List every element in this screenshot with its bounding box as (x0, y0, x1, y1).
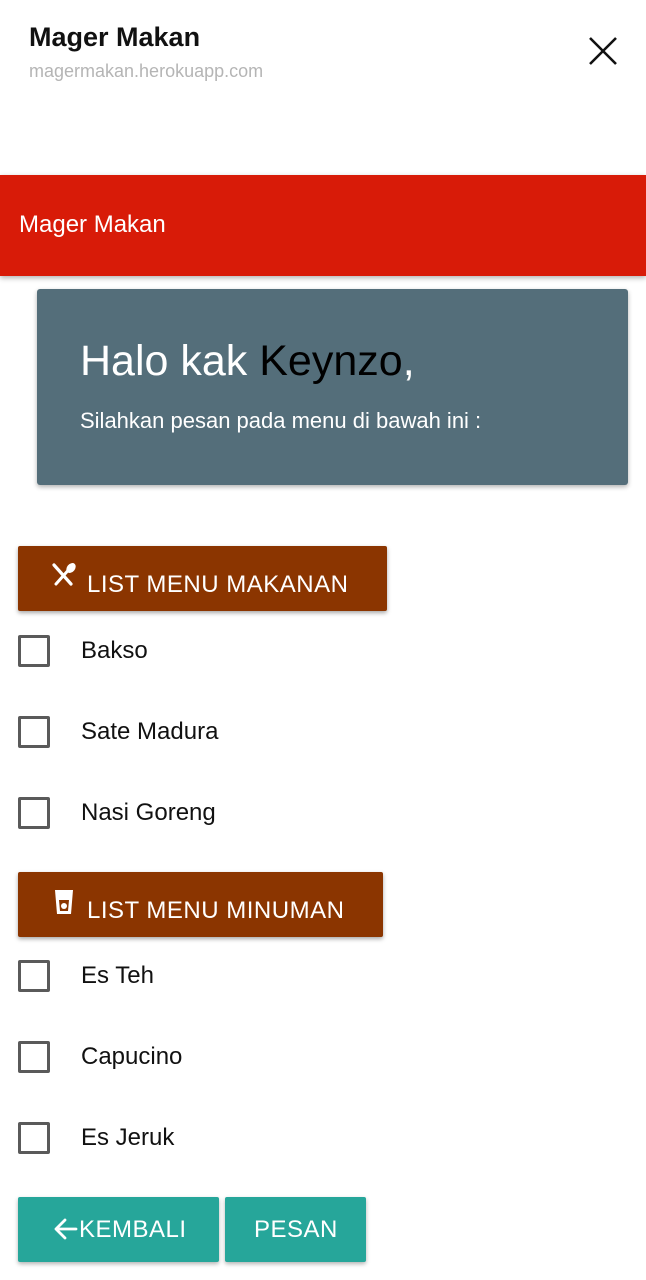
menu-item-capucino[interactable]: Capucino (18, 1039, 418, 1075)
drink-cup-icon (55, 890, 73, 914)
food-menu-button[interactable]: LIST MENU MAKANAN (18, 546, 387, 611)
item-label: Sate Madura (81, 718, 219, 745)
item-label: Es Teh (81, 962, 154, 989)
greeting-suffix: , (402, 337, 415, 385)
order-button-label: PESAN (254, 1216, 338, 1243)
menu-item-es-jeruk[interactable]: Es Jeruk (18, 1120, 418, 1156)
site-url: magermakan.herokuapp.com (29, 61, 264, 81)
food-menu-label: LIST MENU MAKANAN (87, 571, 349, 598)
checkbox[interactable] (18, 797, 50, 829)
drink-menu-label: LIST MENU MINUMAN (87, 897, 345, 924)
arrow-left-icon (54, 1218, 78, 1240)
welcome-card: Halo kak Keynzo, Silahkan pesan pada men… (37, 289, 628, 485)
utensils-icon (52, 563, 76, 586)
greeting: Halo kak Keynzo, (80, 337, 415, 386)
browser-header: Mager Makan magermakan.herokuapp.com (0, 0, 646, 175)
item-label: Nasi Goreng (81, 799, 216, 826)
app-bar-title[interactable]: Mager Makan (19, 211, 166, 239)
checkbox[interactable] (18, 1041, 50, 1073)
checkbox[interactable] (18, 716, 50, 748)
item-label: Bakso (81, 637, 148, 664)
menu-item-sate-madura[interactable]: Sate Madura (18, 714, 418, 750)
drink-menu-button[interactable]: LIST MENU MINUMAN (18, 872, 383, 937)
close-icon[interactable] (580, 28, 626, 74)
instruction-text: Silahkan pesan pada menu di bawah ini : (80, 408, 482, 433)
item-label: Capucino (81, 1043, 183, 1070)
menu-item-bakso[interactable]: Bakso (18, 633, 418, 669)
item-label: Es Jeruk (81, 1124, 175, 1151)
user-name: Keynzo (259, 337, 403, 385)
back-button-label: KEMBALI (79, 1216, 187, 1243)
menu-item-es-teh[interactable]: Es Teh (18, 958, 418, 994)
back-button[interactable]: KEMBALI (18, 1197, 219, 1262)
site-title: Mager Makan (29, 22, 201, 52)
app-bar: Mager Makan (0, 175, 646, 276)
checkbox[interactable] (18, 1122, 50, 1154)
menu-item-nasi-goreng[interactable]: Nasi Goreng (18, 795, 418, 831)
checkbox[interactable] (18, 960, 50, 992)
order-button[interactable]: PESAN (225, 1197, 366, 1262)
checkbox[interactable] (18, 635, 50, 667)
greeting-prefix: Halo kak (80, 337, 260, 385)
